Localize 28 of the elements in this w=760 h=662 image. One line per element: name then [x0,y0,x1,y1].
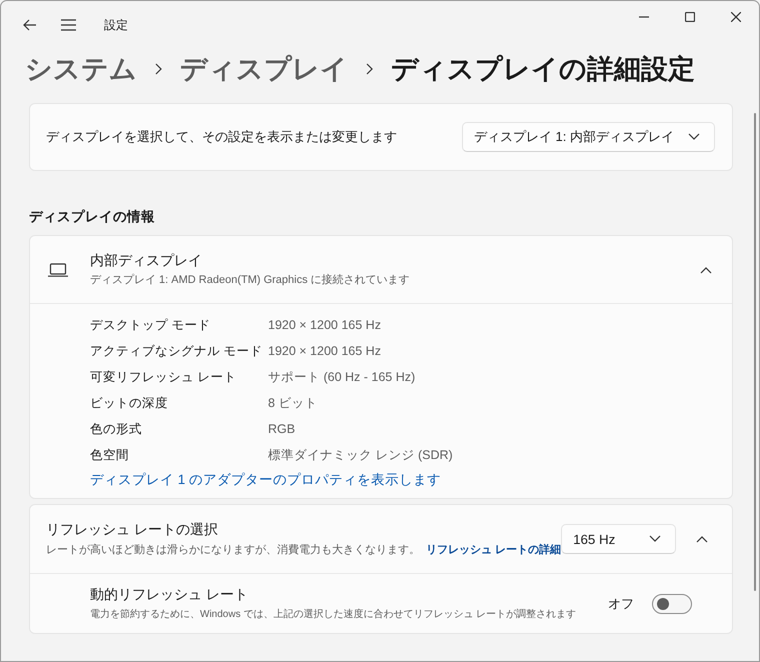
property-value: RGB [268,422,296,436]
property-name: 可変リフレッシュ レート [90,368,238,386]
setting-title: リフレッシュ レートの選択 [46,521,219,539]
breadcrumb-link[interactable]: ディスプレイ [180,51,348,87]
setting-description: 電力を節約するために、Windows では、上記の選択した速度に合わせてリフレッシュ レートが調整されます [90,608,578,621]
property-name: 色の形式 [90,420,143,438]
property-name: アクティブなシグナル モード [90,342,264,360]
breadcrumb-link[interactable]: ディスプレイの詳細設定 [391,51,695,87]
setting-label: ディスプレイを選択して、その設定を表示または変更します [46,128,397,146]
property-name: デスクトップ モード [90,316,212,334]
setting-description: レートが高いほど動きは滑らかになりますが、消費電力も大きくなります。 リフレッシュ レートの詳細 [46,542,562,557]
display-dropdown[interactable]: ディスプレイ 1: 内部ディスプレイ [462,122,715,152]
property-value: 1920 × 1200 165 Hz [268,344,382,358]
refresh-rate-dropdown[interactable]: 165 Hz [561,524,676,554]
toggle-state-label: オフ [608,594,634,612]
property-value: 標準ダイナミック レンジ (SDR) [268,446,454,464]
property-value: 1920 × 1200 165 Hz [268,318,382,332]
property-value: 8 ビット [268,394,318,412]
property-name: 色空間 [90,446,130,464]
display-info-header[interactable]: 内部ディスプレイ ディスプレイ 1: AMD Radeon(TM) Graphics に接続されています [30,236,732,303]
refresh-rate-details-link[interactable]: リフレッシュ レートの詳細 [426,544,562,556]
adapter-properties-link[interactable]: ディスプレイ 1 のアダプターのプロパティを表示します [90,471,442,489]
property-value: サポート (60 Hz - 165 Hz) [268,368,416,386]
window-title: 設定 [104,16,128,34]
section-heading: ディスプレイの情報 [29,208,156,226]
property-name: ビットの深度 [90,394,169,412]
breadcrumb-link[interactable]: システム [25,51,137,87]
setting-title: 動的リフレッシュ レート [90,586,249,604]
